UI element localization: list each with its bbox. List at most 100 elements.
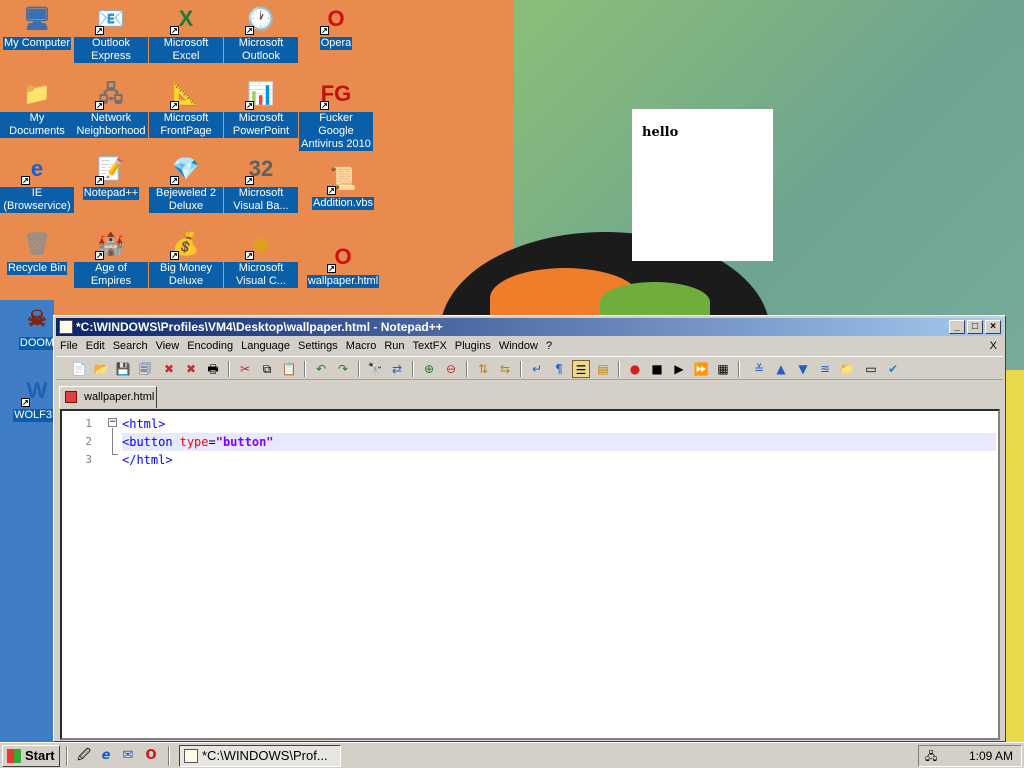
code-line[interactable]: </html>: [122, 451, 173, 469]
fold-collapse-icon[interactable]: −: [108, 418, 117, 427]
run-macro-multiple-icon[interactable]: ⏩: [692, 360, 710, 378]
menu-edit[interactable]: Edit: [82, 337, 109, 355]
code-line-current[interactable]: <button type="button": [122, 433, 996, 451]
copy-icon[interactable]: ⧉: [258, 360, 276, 378]
textfx-icon-1[interactable]: ≚: [750, 360, 768, 378]
maximize-button[interactable]: □: [967, 320, 983, 334]
close-document-button[interactable]: X: [990, 337, 997, 355]
desktop-icon-ie-browservice[interactable]: e ↗ IE (Browservice): [0, 153, 74, 213]
wolf3d-icon: W ↗: [21, 378, 48, 407]
desktop-icon-label: Bejeweled 2 Deluxe: [149, 187, 223, 213]
desktop-icon-age-of-empires[interactable]: 🏰 ↗ Age of Empires: [74, 228, 148, 288]
menu-view[interactable]: View: [152, 337, 184, 355]
print-icon[interactable]: 🖶: [204, 360, 222, 378]
playback-icon[interactable]: ▶: [670, 360, 688, 378]
desktop-icon-label: Recycle Bin: [6, 262, 68, 275]
redo-icon[interactable]: ↷: [334, 360, 352, 378]
show-desktop-icon[interactable]: 🖉: [76, 748, 92, 764]
desktop-icon-microsoft-frontpage[interactable]: 📐 ↗ Microsoft FrontPage: [149, 78, 223, 138]
desktop-icon-my-computer[interactable]: 🖥 My Computer: [0, 3, 74, 50]
microsoft-powerpoint-icon: 📊 ↗: [245, 81, 275, 110]
menu-search[interactable]: Search: [109, 337, 152, 355]
textfx-icon-2[interactable]: ≊: [816, 360, 834, 378]
save-icon[interactable]: 💾: [114, 360, 132, 378]
opera-icon[interactable]: O: [143, 748, 159, 764]
find-icon[interactable]: 🔭: [366, 360, 384, 378]
close-all-icon[interactable]: ✖: [182, 360, 200, 378]
desktop-icon-label: My Documents: [0, 112, 74, 138]
menu-window[interactable]: Window: [495, 337, 542, 355]
desktop-icon-network-neighborhood[interactable]: 🖧 ↗ Network Neighborhood: [74, 78, 148, 138]
show-all-characters-icon[interactable]: ¶: [550, 360, 568, 378]
desktop-icon-microsoft-excel[interactable]: X ↗ Microsoft Excel: [149, 3, 223, 63]
console-icon[interactable]: ▭: [862, 360, 880, 378]
desktop-icon-microsoft-visual-c[interactable]: ◆ ↗ Microsoft Visual C...: [224, 228, 298, 288]
save-macro-icon[interactable]: ▦: [714, 360, 732, 378]
desktop-icon-fucker-google-antivirus-2010[interactable]: FG ↗ Fucker Google Antivirus 2010: [299, 78, 373, 151]
spell-check-icon[interactable]: ✔: [884, 360, 902, 378]
move-down-icon[interactable]: ▼: [794, 360, 812, 378]
desktop-icon-my-documents[interactable]: 📁 My Documents: [0, 78, 74, 138]
taskbar-notepadpp-button[interactable]: *C:\WINDOWS\Prof...: [179, 745, 341, 767]
desktop-icon-microsoft-outlook[interactable]: 🕐 ↗ Microsoft Outlook: [224, 3, 298, 63]
menu-settings[interactable]: Settings: [294, 337, 342, 355]
tab-label: wallpaper.html: [84, 391, 155, 403]
token-close: >: [165, 453, 173, 467]
folder-icon[interactable]: 📁: [838, 360, 856, 378]
menu-run[interactable]: Run: [380, 337, 408, 355]
start-recording-icon[interactable]: ●: [626, 360, 644, 378]
close-button[interactable]: ×: [985, 320, 1001, 334]
user-defined-dialog-icon[interactable]: ▤: [594, 360, 612, 378]
sync-horizontal-icon[interactable]: ⇆: [496, 360, 514, 378]
undo-icon[interactable]: ↶: [312, 360, 330, 378]
clock[interactable]: 1:09 AM: [969, 746, 1013, 766]
sync-vertical-icon[interactable]: ⇅: [474, 360, 492, 378]
menu-encoding[interactable]: Encoding: [183, 337, 237, 355]
indent-guide-icon[interactable]: ☰: [572, 360, 590, 378]
shortcut-arrow-icon: ↗: [320, 26, 329, 35]
desktop-icon-microsoft-powerpoint[interactable]: 📊 ↗ Microsoft PowerPoint: [224, 78, 298, 138]
save-all-icon[interactable]: 🗐: [136, 360, 154, 378]
toolbar-separator: [304, 361, 306, 377]
desktop-icon-recycle-bin[interactable]: 🗑 Recycle Bin: [0, 228, 74, 275]
menu-language[interactable]: Language: [237, 337, 294, 355]
desktop-icon-notepad[interactable]: 📝 ↗ Notepad++: [74, 153, 148, 200]
code-line[interactable]: <html>: [122, 415, 165, 433]
desktop-icon-big-money-deluxe[interactable]: 💰 ↗ Big Money Deluxe: [149, 228, 223, 288]
menu-help[interactable]: ?: [542, 337, 556, 355]
zoom-out-icon[interactable]: ⊖: [442, 360, 460, 378]
shortcut-arrow-icon: ↗: [327, 186, 336, 195]
new-file-icon[interactable]: 📄: [70, 360, 88, 378]
close-file-icon[interactable]: ✖: [160, 360, 178, 378]
desktop-icon-addition-vbs[interactable]: 📜 ↗ Addition.vbs: [306, 163, 380, 210]
replace-icon[interactable]: ⇄: [388, 360, 406, 378]
word-wrap-icon[interactable]: ↵: [528, 360, 546, 378]
outlook-express-icon[interactable]: ✉: [120, 748, 136, 764]
desktop-icon-outlook-express[interactable]: 📧 ↗ Outlook Express: [74, 3, 148, 63]
tray-app-icon[interactable]: 🖧: [925, 748, 941, 764]
zoom-in-icon[interactable]: ⊕: [420, 360, 438, 378]
cut-icon[interactable]: ✂: [236, 360, 254, 378]
desktop-icon-label: wallpaper.html: [306, 275, 380, 288]
internet-explorer-icon[interactable]: e: [98, 748, 114, 764]
menu-plugins[interactable]: Plugins: [451, 337, 495, 355]
menu-textfx[interactable]: TextFX: [409, 337, 451, 355]
start-button[interactable]: Start: [2, 745, 60, 767]
desktop-icon-wallpaper-html[interactable]: O ↗ wallpaper.html: [306, 241, 380, 288]
desktop-icon-microsoft-visual-ba[interactable]: 32 ↗ Microsoft Visual Ba...: [224, 153, 298, 213]
move-up-icon[interactable]: ▲: [772, 360, 790, 378]
shortcut-arrow-icon: ↗: [245, 26, 254, 35]
desktop-icon-label: Big Money Deluxe: [149, 262, 223, 288]
editor-area[interactable]: 123 − <html> <button type="button" </html>: [60, 409, 1000, 740]
desktop-icon-opera[interactable]: O ↗ Opera: [299, 3, 373, 50]
menu-macro[interactable]: Macro: [342, 337, 381, 355]
minimize-button[interactable]: _: [949, 320, 965, 334]
paste-icon[interactable]: 📋: [280, 360, 298, 378]
stop-recording-icon[interactable]: ■: [648, 360, 666, 378]
tab-wallpaper-html[interactable]: wallpaper.html: [59, 386, 157, 408]
desktop-icon-bejeweled-2-deluxe[interactable]: 💎 ↗ Bejeweled 2 Deluxe: [149, 153, 223, 213]
windows-logo-icon: [7, 749, 21, 763]
menu-file[interactable]: File: [56, 337, 82, 355]
open-file-icon[interactable]: 📂: [92, 360, 110, 378]
window-titlebar[interactable]: *C:\WINDOWS\Profiles\VM4\Desktop\wallpap…: [56, 318, 1003, 336]
